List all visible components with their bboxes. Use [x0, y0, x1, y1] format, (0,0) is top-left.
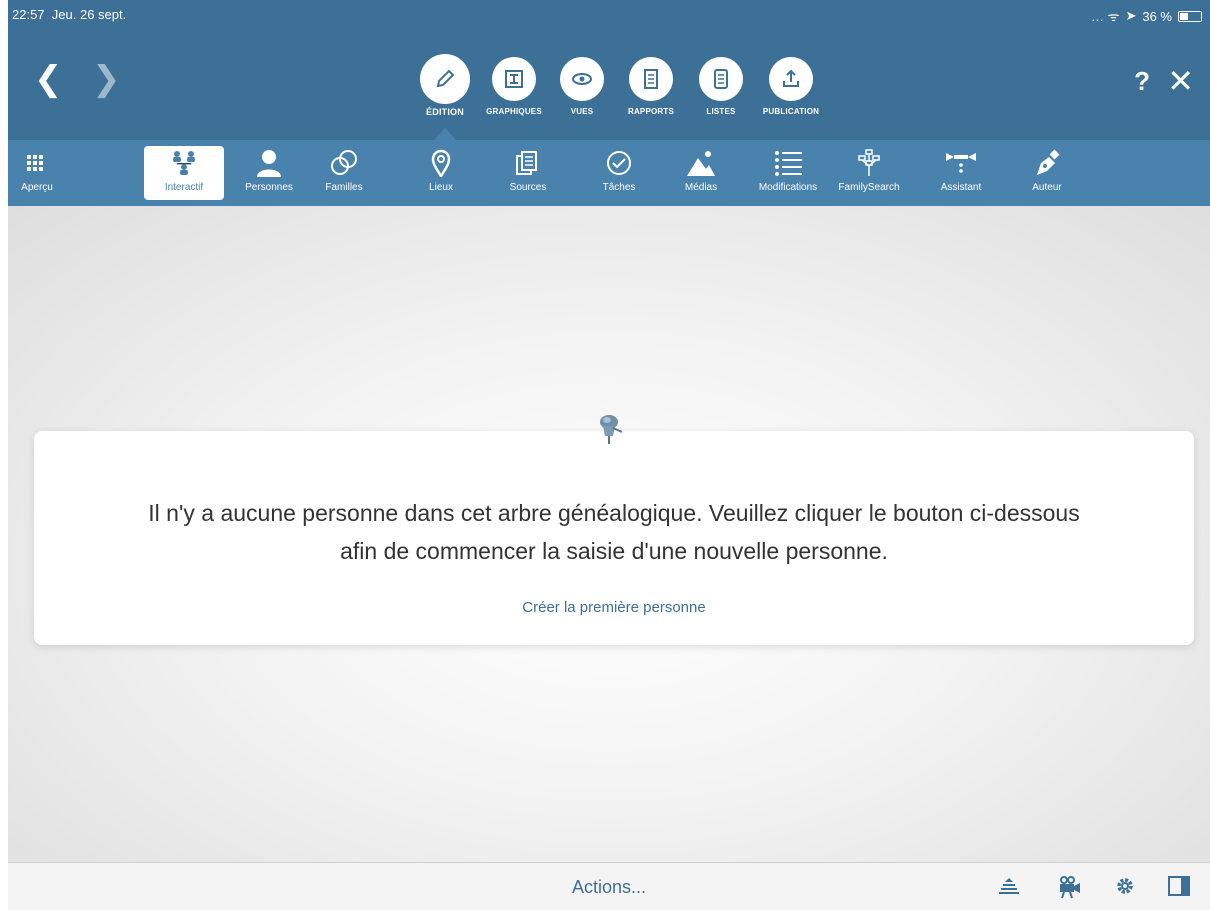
fountain-pen-icon [1022, 146, 1072, 180]
tool-interactif[interactable]: Interactif [144, 146, 224, 200]
top-bar: 22:57 Jeu. 26 sept. … ᯤ ➤ 36 % ❮ ❯ ÉDITI… [8, 0, 1210, 140]
mode-listes[interactable]: LISTES [690, 57, 752, 116]
checkmark-icon [590, 146, 648, 180]
main-content: Il n'y a aucune personne dans cet arbre … [8, 206, 1210, 862]
person-icon [236, 146, 302, 180]
family-tree-icon [144, 146, 224, 180]
pencil-icon [420, 54, 470, 104]
wifi-icon: … ᯤ [1090, 9, 1120, 24]
location-icon: ➤ [1125, 8, 1137, 23]
eye-icon [560, 57, 604, 101]
actions-button[interactable]: Actions... [8, 877, 1210, 898]
status-bar: 22:57 Jeu. 26 sept. … ᯤ ➤ 36 % [8, 0, 1210, 30]
help-button[interactable]: ? [1134, 66, 1150, 97]
status-time-date: 22:57 Jeu. 26 sept. [12, 7, 127, 22]
rings-icon [314, 146, 374, 180]
sidebar-icon[interactable] [1168, 875, 1190, 902]
chevron-right-icon[interactable]: ❯ [92, 62, 121, 96]
familysearch-tree-icon [828, 146, 910, 180]
gear-icon[interactable] [1114, 875, 1136, 902]
mountain-icon [674, 146, 728, 180]
tool-medias[interactable]: Médias [674, 146, 728, 200]
tool-familysearch[interactable]: FamilySearch [828, 146, 910, 200]
empty-tree-message: Il n'y a aucune personne dans cet arbre … [148, 500, 1080, 564]
app-window: 22:57 Jeu. 26 sept. … ᯤ ➤ 36 % ❮ ❯ ÉDITI… [8, 0, 1210, 910]
battery-percent: 36 % [1142, 8, 1172, 24]
tool-lieux[interactable]: Lieux [418, 146, 464, 200]
tool-sources[interactable]: Sources [498, 146, 558, 200]
tool-personnes[interactable]: Personnes [236, 146, 302, 200]
upload-icon [769, 57, 813, 101]
tool-auteur[interactable]: Auteur [1022, 146, 1072, 200]
tool-taches[interactable]: Tâches [590, 146, 648, 200]
tool-apercu[interactable]: Aperçu [8, 146, 66, 200]
bottom-bar: Actions... [8, 862, 1210, 910]
status-indicators: … ᯤ ➤ 36 % [1091, 7, 1202, 25]
list-bullets-icon [746, 146, 830, 180]
wand-icon [930, 146, 992, 180]
close-icon[interactable]: ✕ [1167, 62, 1194, 100]
tree-chart-icon [492, 57, 536, 101]
empty-tree-card: Il n'y a aucune personne dans cet arbre … [34, 431, 1194, 645]
mode-edition[interactable]: ÉDITION [414, 54, 476, 117]
mode-publication[interactable]: PUBLICATION [760, 57, 822, 116]
pushpin-icon [596, 414, 626, 455]
section-toolbar: Aperçu Interactif Personnes Familles Lie… [8, 140, 1210, 206]
mode-vues[interactable]: VUES [551, 57, 613, 116]
battery-icon [1178, 10, 1202, 22]
video-camera-icon[interactable] [1058, 875, 1082, 904]
mode-rapports[interactable]: RAPPORTS [620, 57, 682, 116]
list-icon [699, 57, 743, 101]
chevron-left-icon[interactable]: ❮ [34, 62, 63, 96]
grid-icon [8, 146, 66, 180]
report-icon [629, 57, 673, 101]
stack-icon[interactable] [998, 875, 1020, 902]
active-mode-caret [434, 128, 456, 140]
create-first-person-button[interactable]: Créer la première personne [34, 599, 1194, 616]
tool-modifications[interactable]: Modifications [746, 146, 830, 200]
tool-assistant[interactable]: Assistant [930, 146, 992, 200]
map-pin-icon [418, 146, 464, 180]
documents-icon [498, 146, 558, 180]
mode-graphiques[interactable]: GRAPHIQUES [483, 57, 545, 116]
tool-familles[interactable]: Familles [314, 146, 374, 200]
